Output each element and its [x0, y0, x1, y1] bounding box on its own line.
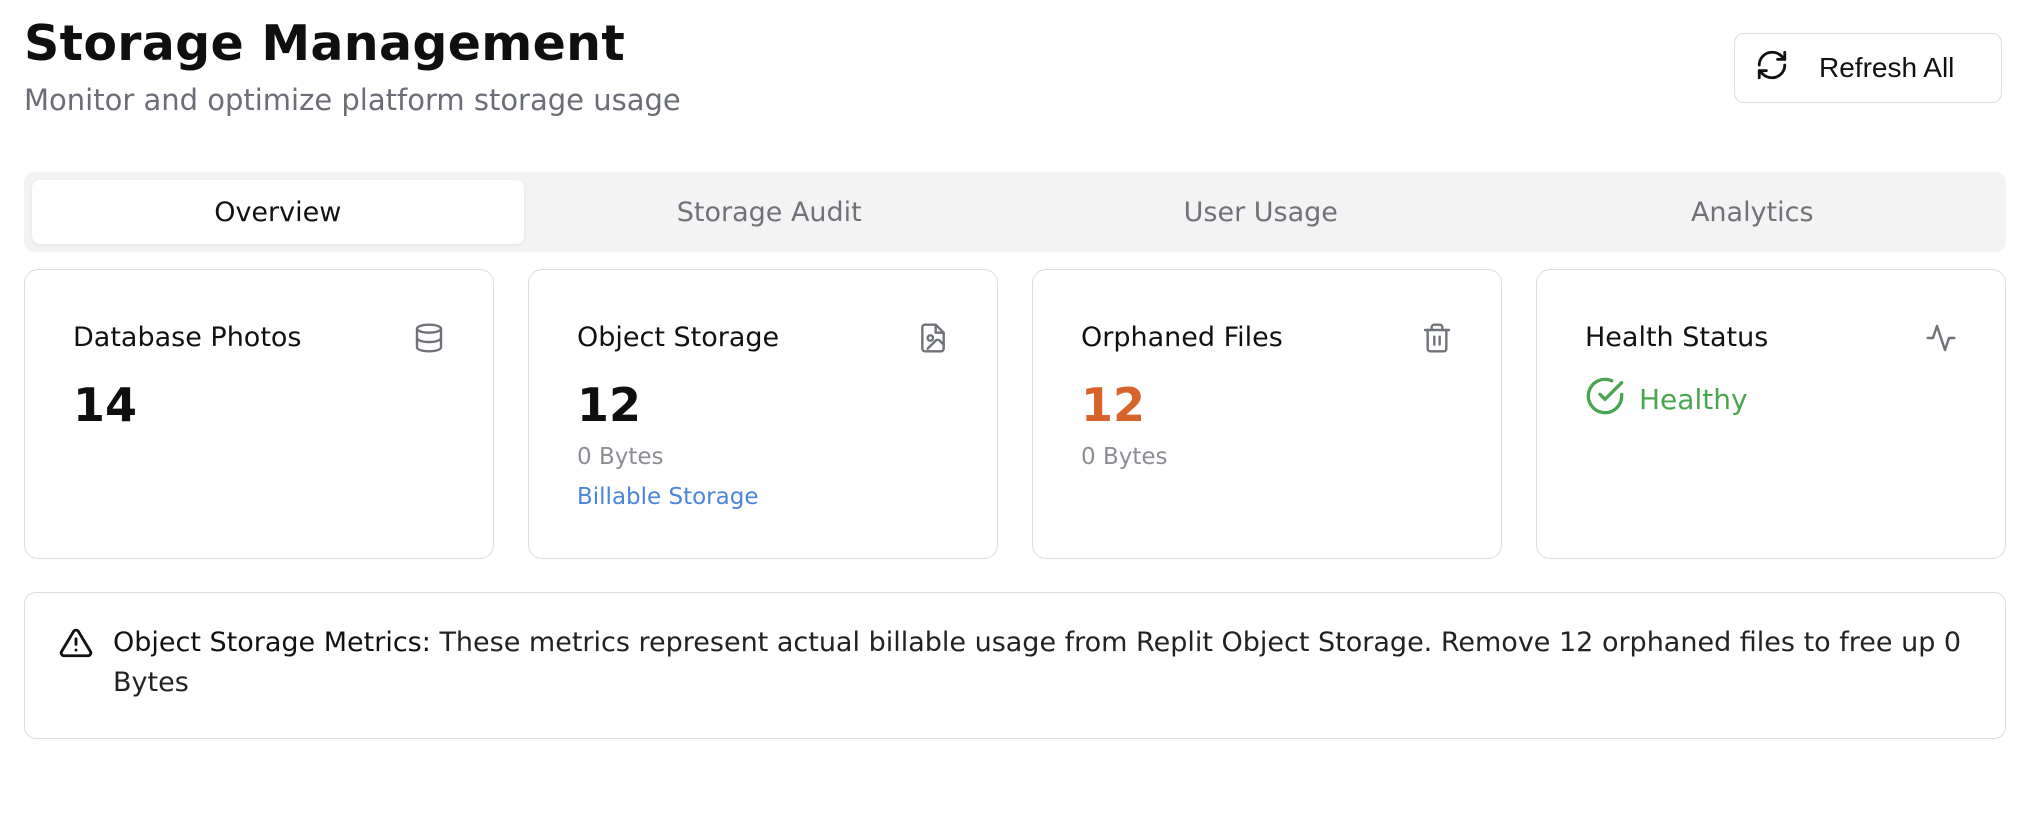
card-value: 14 — [73, 378, 138, 432]
card-size: 0 Bytes — [577, 444, 664, 470]
tab-overview[interactable]: Overview — [32, 180, 524, 244]
stats-cards: Database Photos 14 Object Storage 12 0 B… — [24, 269, 2006, 559]
tab-storage-audit[interactable]: Storage Audit — [524, 180, 1016, 244]
tab-user-usage[interactable]: User Usage — [1015, 180, 1507, 244]
check-circle-icon — [1585, 376, 1625, 423]
health-status-text: Healthy — [1639, 383, 1748, 416]
card-size: 0 Bytes — [1081, 444, 1168, 470]
warning-icon — [59, 626, 93, 660]
database-photos-card: Database Photos 14 — [24, 269, 494, 559]
orphaned-files-card: Orphaned Files 12 0 Bytes — [1032, 269, 1502, 559]
file-image-icon — [917, 322, 949, 354]
alert-heading: Object Storage Metrics: — [113, 627, 431, 658]
refresh-all-label: Refresh All — [1819, 52, 1955, 83]
billable-storage-link[interactable]: Billable Storage — [577, 482, 997, 512]
activity-icon — [1925, 322, 1957, 354]
tab-bar: Overview Storage Audit User Usage Analyt… — [24, 172, 2006, 252]
refresh-icon — [1755, 48, 1789, 89]
health-status-card: Health Status Healthy — [1536, 269, 2006, 559]
database-icon — [413, 322, 445, 354]
card-value: 12 — [577, 378, 642, 432]
refresh-all-button[interactable]: Refresh All — [1734, 33, 2002, 103]
card-value: 12 — [1081, 378, 1146, 432]
trash-icon — [1421, 322, 1453, 354]
page-header: Storage Management Monitor and optimize … — [24, 16, 2008, 126]
tab-analytics[interactable]: Analytics — [1507, 180, 1999, 244]
health-status: Healthy — [1585, 376, 2005, 423]
storage-metrics-alert: Object Storage Metrics: These metrics re… — [24, 592, 2006, 739]
page-subtitle: Monitor and optimize platform storage us… — [24, 83, 681, 117]
page-title: Storage Management — [24, 15, 626, 72]
object-storage-card: Object Storage 12 0 Bytes Billable Stora… — [528, 269, 998, 559]
